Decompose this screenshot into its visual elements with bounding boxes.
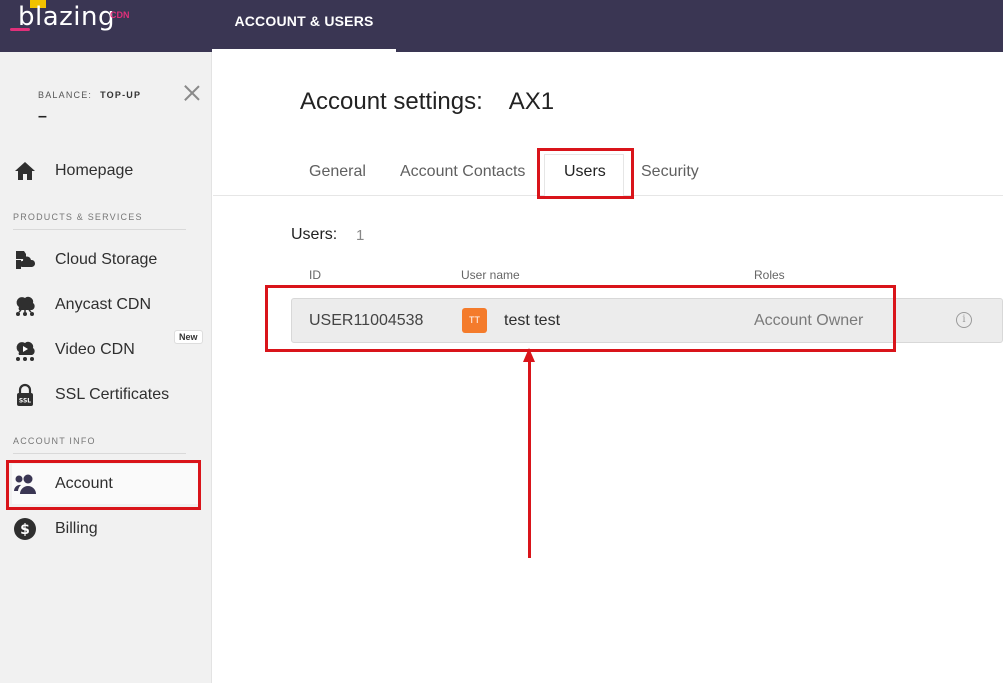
brand-logo[interactable]: blazing CDN: [10, 0, 140, 42]
top-bar: blazing CDN ACCOUNT & USERS: [0, 0, 1003, 53]
ssl-lock-icon: SSL: [12, 382, 38, 408]
users-label: Users:: [291, 226, 338, 243]
column-header-roles: Roles: [754, 268, 785, 282]
tab-account-contacts[interactable]: Account Contacts: [400, 163, 525, 181]
sidebar-item-label: Billing: [55, 520, 98, 537]
sidebar-item-video-cdn[interactable]: Video CDN: [12, 330, 198, 370]
balance-row: BALANCE: TOP-UP: [38, 90, 141, 100]
logo-suffix: CDN: [110, 10, 130, 20]
tab-security[interactable]: Security: [641, 163, 699, 181]
logo-text: blazing: [18, 2, 116, 32]
annotation-box-users-tab: [537, 148, 634, 199]
top-tab-underline: [212, 49, 396, 53]
annotation-arrow-line: [528, 360, 531, 558]
sidebar-item-cloud-storage[interactable]: Cloud Storage: [12, 240, 198, 280]
svg-text:$: $: [20, 522, 30, 538]
new-badge: New: [174, 330, 203, 344]
sidebar-item-label: Homepage: [55, 162, 134, 179]
sidebar: BALANCE: TOP-UP – Homepage PRODUCTS & SER…: [0, 52, 212, 683]
page-title-label: Account settings:: [300, 88, 483, 115]
sidebar-item-label: Anycast CDN: [55, 296, 152, 313]
sidebar-item-label: Cloud Storage: [55, 251, 158, 268]
users-count: 1: [356, 227, 365, 244]
topup-link[interactable]: TOP-UP: [100, 90, 141, 100]
top-tab-account-users[interactable]: ACCOUNT & USERS: [212, 0, 396, 52]
sidebar-item-label: Video CDN: [55, 341, 135, 358]
page-title: Account settings: AX1: [300, 88, 554, 116]
sidebar-item-anycast-cdn[interactable]: Anycast CDN: [12, 285, 198, 325]
section-label-account: ACCOUNT INFO: [13, 436, 96, 446]
account-id: AX1: [508, 88, 555, 115]
sidebar-item-billing[interactable]: $ Billing: [12, 509, 198, 549]
annotation-box-user-row: [265, 285, 896, 352]
home-icon: [12, 158, 38, 184]
anycast-cdn-icon: [12, 292, 38, 318]
sidebar-item-label: SSL Certificates: [55, 386, 170, 403]
section-divider: [13, 229, 186, 230]
close-icon[interactable]: [182, 83, 202, 103]
sidebar-item-ssl-certificates[interactable]: SSL SSL Certificates: [12, 375, 198, 415]
annotation-box-account: [6, 460, 201, 510]
dollar-icon: $: [12, 516, 38, 542]
info-icon[interactable]: i: [956, 312, 972, 328]
section-divider: [13, 453, 186, 454]
tab-general[interactable]: General: [309, 163, 366, 181]
svg-text:SSL: SSL: [19, 398, 31, 405]
cloud-storage-icon: [12, 247, 38, 273]
column-header-username: User name: [461, 268, 520, 282]
balance-value: –: [38, 108, 47, 125]
section-label-products: PRODUCTS & SERVICES: [13, 212, 143, 222]
balance-label: BALANCE:: [38, 90, 93, 100]
column-header-id: ID: [309, 268, 321, 282]
sidebar-item-homepage[interactable]: Homepage: [12, 151, 198, 191]
video-cdn-icon: [12, 337, 38, 363]
